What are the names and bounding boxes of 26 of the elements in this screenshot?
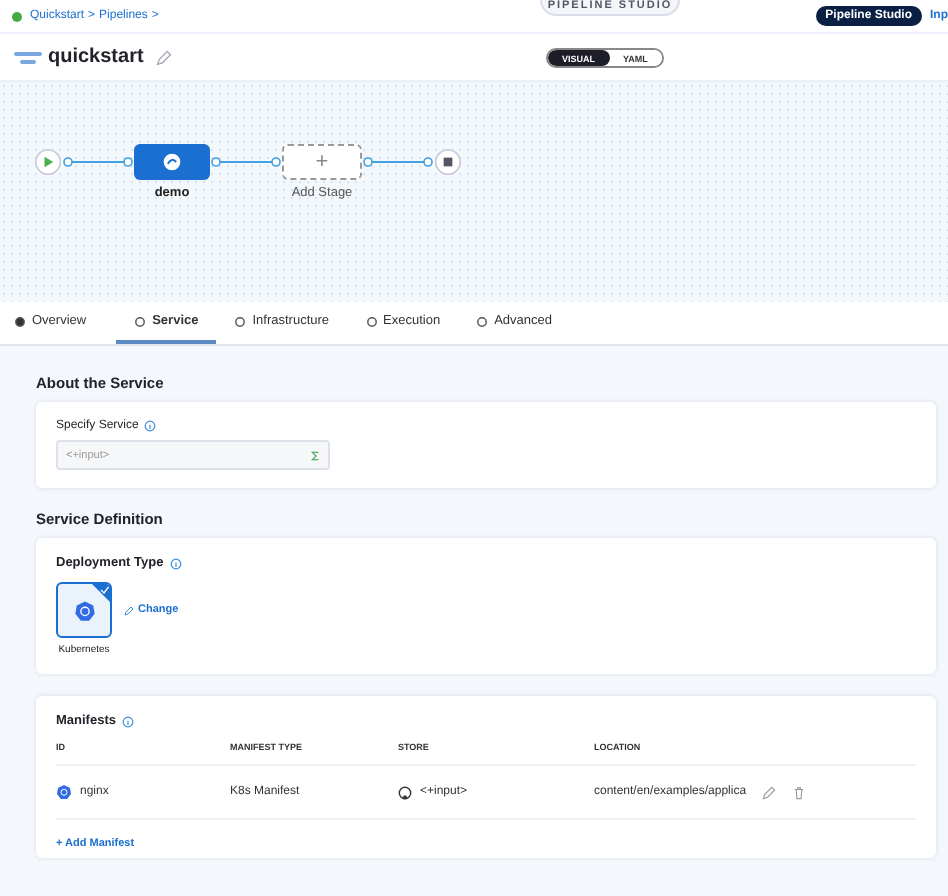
connector-line	[210, 156, 282, 168]
info-icon	[169, 557, 182, 569]
deployment-type-tile[interactable]	[56, 582, 112, 638]
expression-icon[interactable]	[310, 449, 322, 461]
connector-line	[362, 156, 434, 168]
info-icon	[121, 715, 134, 727]
stage-node[interactable]	[134, 144, 210, 180]
ring-icon	[365, 315, 378, 327]
delete-icon[interactable]	[792, 785, 807, 799]
ring-icon	[134, 315, 147, 327]
ring-icon	[234, 315, 247, 327]
pencil-icon	[124, 605, 134, 615]
dot-icon	[14, 315, 26, 327]
check-icon	[92, 584, 110, 602]
edit-icon[interactable]	[155, 49, 172, 65]
info-icon	[144, 420, 157, 432]
logo-icon	[14, 49, 42, 65]
connector-line	[62, 156, 134, 168]
edit-icon[interactable]	[762, 785, 777, 799]
end-node-icon	[434, 148, 462, 176]
status-dot-icon	[12, 11, 22, 21]
add-stage-button[interactable]: +	[282, 144, 362, 180]
ring-icon	[476, 315, 489, 327]
start-node-icon	[34, 148, 62, 176]
pipeline-name: quickstart	[48, 46, 144, 68]
stage-icon	[162, 152, 182, 172]
